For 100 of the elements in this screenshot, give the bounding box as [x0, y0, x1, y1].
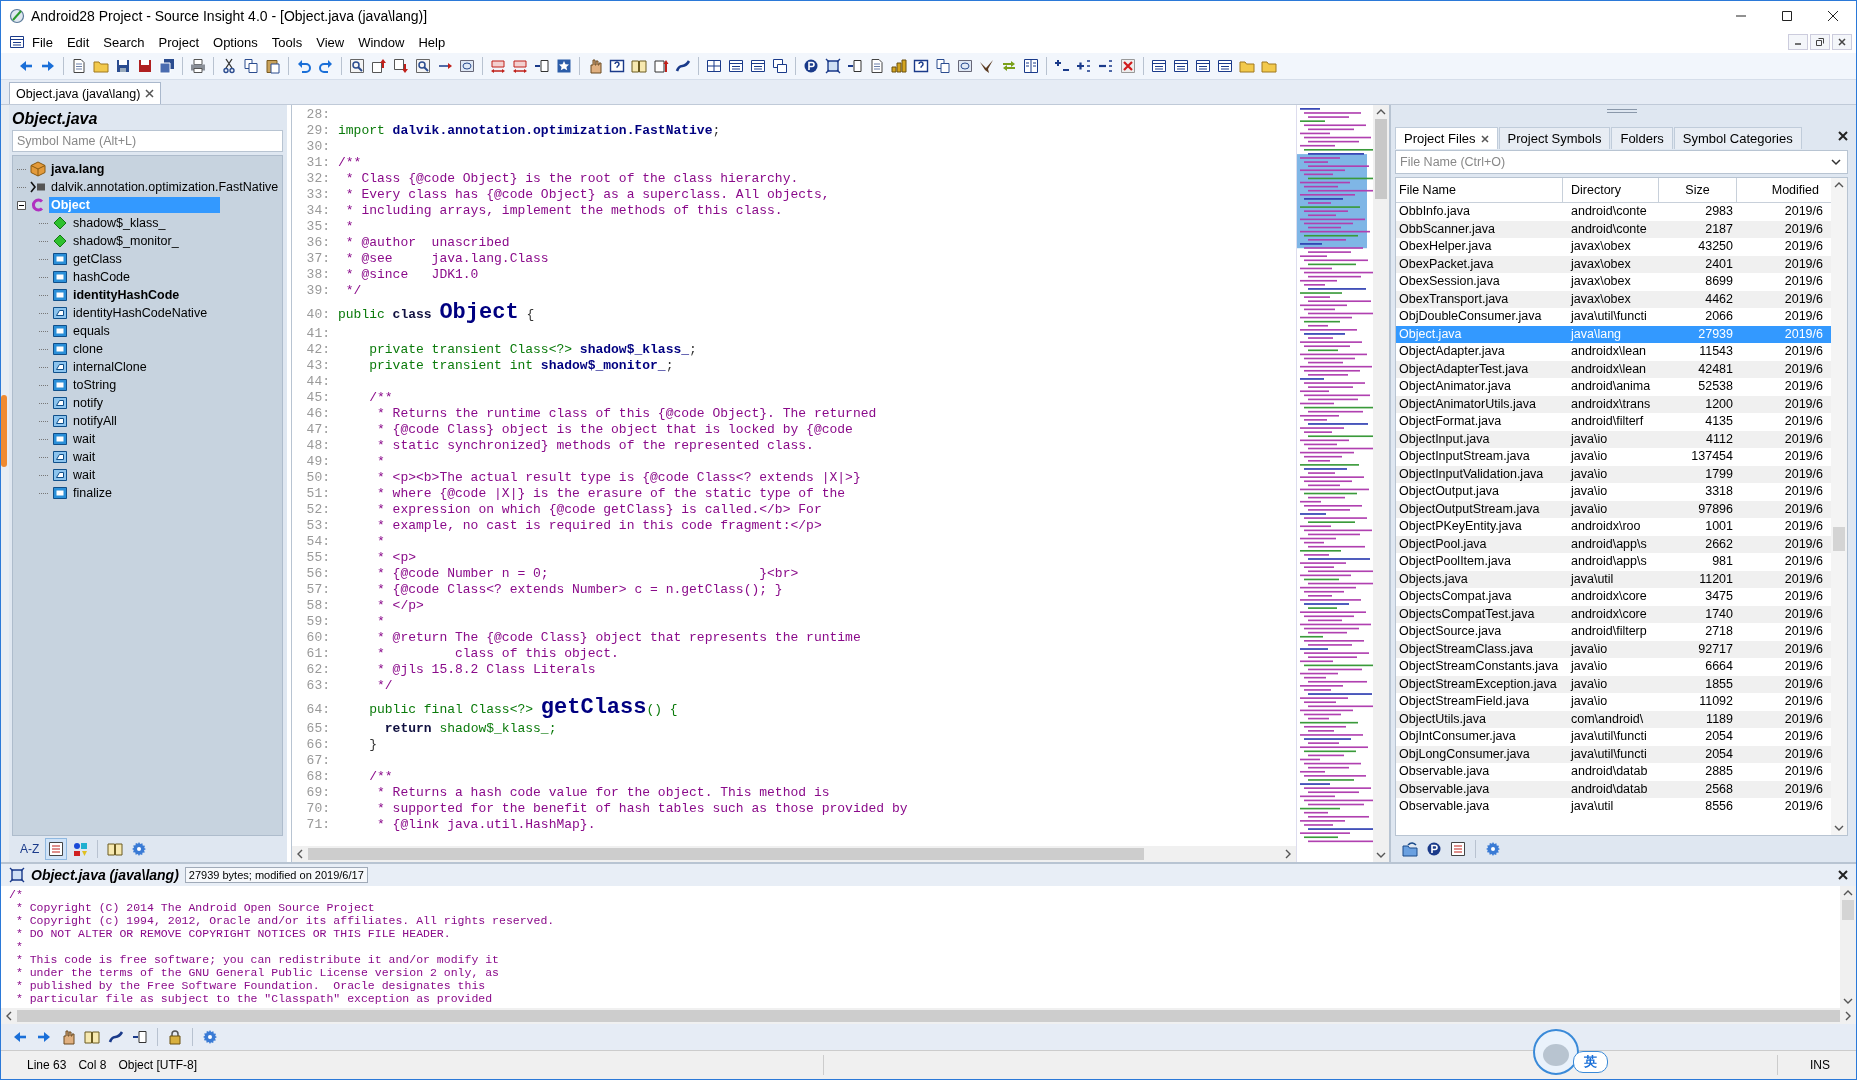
- double-arrow-icon[interactable]: [512, 58, 528, 74]
- tree-item[interactable]: wait: [71, 431, 98, 447]
- scissors-icon[interactable]: [221, 58, 237, 74]
- function-arrow-icon[interactable]: [653, 58, 669, 74]
- tree-item[interactable]: notify: [71, 395, 105, 411]
- tree-item[interactable]: equals: [71, 323, 112, 339]
- close-icon[interactable]: [1838, 131, 1848, 141]
- page-arrow-down-icon[interactable]: [393, 58, 409, 74]
- columns-icon[interactable]: [1023, 58, 1039, 74]
- caret-down-icon[interactable]: [1843, 997, 1853, 1005]
- tree-item[interactable]: finalize: [71, 485, 114, 501]
- caret-down-icon[interactable]: [1834, 824, 1844, 832]
- gear-icon[interactable]: [1485, 841, 1501, 857]
- star-icon[interactable]: [556, 58, 572, 74]
- double-arrow-icon[interactable]: [490, 58, 506, 74]
- caret-right-icon[interactable]: [1844, 1011, 1852, 1021]
- vertical-scrollbar[interactable]: [1840, 886, 1856, 1008]
- undo-arrow-icon[interactable]: [296, 58, 312, 74]
- document-icon[interactable]: [71, 58, 87, 74]
- close-icon[interactable]: [1480, 134, 1489, 143]
- two-arrows-icon[interactable]: [1001, 58, 1017, 74]
- arrow-left-icon[interactable]: [12, 1029, 28, 1045]
- panel-tab[interactable]: Folders: [1611, 127, 1673, 149]
- menu-item[interactable]: Edit: [59, 34, 97, 50]
- panel-icon[interactable]: [1195, 58, 1211, 74]
- help-box-icon[interactable]: [913, 58, 929, 74]
- minus-list-icon[interactable]: [1098, 58, 1114, 74]
- panel-icon[interactable]: [750, 58, 766, 74]
- close-icon[interactable]: [145, 89, 155, 98]
- tree-item[interactable]: getClass: [71, 251, 124, 267]
- grid-icon[interactable]: [706, 58, 722, 74]
- menu-item[interactable]: Window: [351, 34, 412, 50]
- menu-item[interactable]: Search: [96, 34, 152, 50]
- gear-icon[interactable]: [202, 1029, 218, 1045]
- collapse-toggle-icon[interactable]: [17, 200, 26, 210]
- panel-icon[interactable]: [1217, 58, 1233, 74]
- input-method-indicator[interactable]: 英: [1573, 1051, 1608, 1073]
- caret-down-icon[interactable]: [1376, 851, 1386, 859]
- restore-button[interactable]: [1810, 34, 1830, 50]
- magnifier-icon[interactable]: [349, 58, 365, 74]
- windows-icon[interactable]: [772, 58, 788, 74]
- padlock-icon[interactable]: [167, 1029, 183, 1045]
- clipboard-icon[interactable]: [265, 58, 281, 74]
- magnifier-icon[interactable]: [415, 58, 431, 74]
- caret-up-icon[interactable]: [1834, 181, 1844, 189]
- folder-arrow-icon[interactable]: [1402, 841, 1418, 857]
- tree-item[interactable]: dalvik.annotation.optimization.FastNative: [49, 179, 281, 195]
- close-button[interactable]: [1832, 34, 1852, 50]
- panel-tab[interactable]: Project Symbols: [1498, 127, 1611, 149]
- tree-item[interactable]: notifyAll: [71, 413, 119, 429]
- menu-item[interactable]: Project: [151, 34, 207, 50]
- plus-list-icon[interactable]: [1076, 58, 1092, 74]
- horizontal-scrollbar[interactable]: [1, 1008, 1856, 1024]
- avatar-icon[interactable]: [1533, 1029, 1579, 1075]
- scrollbar-thumb[interactable]: [17, 1010, 1840, 1022]
- caret-up-icon[interactable]: [1843, 889, 1853, 897]
- book-icon[interactable]: [107, 841, 124, 857]
- list-icon[interactable]: [48, 841, 65, 857]
- list-arrow-icon[interactable]: [847, 58, 863, 74]
- tree-item[interactable]: java.lang: [49, 161, 107, 177]
- arrow-right-icon[interactable]: [36, 1029, 52, 1045]
- list-icon[interactable]: [1450, 841, 1466, 857]
- scrollbar-thumb[interactable]: [1375, 119, 1387, 199]
- caret-left-icon[interactable]: [296, 849, 304, 859]
- tree-item[interactable]: clone: [71, 341, 105, 357]
- tree-item[interactable]: internalClone: [71, 359, 149, 375]
- symbol-search-field[interactable]: Symbol Name (Alt+L): [12, 130, 283, 152]
- tree-item[interactable]: identityHashCode: [71, 287, 182, 303]
- minimap-drawing[interactable]: [1296, 105, 1373, 862]
- redo-arrow-icon[interactable]: [318, 58, 334, 74]
- vertical-scrollbar[interactable]: [1831, 178, 1847, 835]
- curve-icon[interactable]: [108, 1029, 124, 1045]
- resize-grip[interactable]: [1606, 109, 1637, 113]
- scrollbar-thumb[interactable]: [1833, 527, 1845, 551]
- hand-icon[interactable]: [587, 58, 603, 74]
- frame-icon[interactable]: [825, 58, 841, 74]
- list-arrow-icon[interactable]: [132, 1029, 148, 1045]
- caret-left-icon[interactable]: [5, 1011, 13, 1021]
- floppy-disks-icon[interactable]: [159, 58, 175, 74]
- caret-right-icon[interactable]: [1284, 849, 1292, 859]
- help-box-icon[interactable]: [609, 58, 625, 74]
- bars-icon[interactable]: [891, 58, 907, 74]
- scrollbar-thumb[interactable]: [1842, 900, 1854, 920]
- globe-icon[interactable]: [459, 58, 475, 74]
- panel-tab[interactable]: Symbol Categories: [1673, 127, 1802, 149]
- printer-icon[interactable]: [190, 58, 206, 74]
- tree-item[interactable]: wait: [71, 467, 98, 483]
- panel-icon[interactable]: [1151, 58, 1167, 74]
- tree-item[interactable]: identityHashCodeNative: [71, 305, 210, 321]
- book-icon[interactable]: [631, 58, 647, 74]
- document-icon[interactable]: [869, 58, 885, 74]
- tree-item[interactable]: wait: [71, 449, 98, 465]
- plus-minus-icon[interactable]: [1054, 58, 1070, 74]
- list-arrow-icon[interactable]: [534, 58, 550, 74]
- dropdown-caret-icon[interactable]: [1831, 158, 1841, 166]
- gear-icon[interactable]: [131, 841, 148, 857]
- menu-item[interactable]: Tools: [264, 34, 310, 50]
- tree-item[interactable]: toString: [71, 377, 119, 393]
- hand-icon[interactable]: [60, 1029, 76, 1045]
- copy-icon[interactable]: [935, 58, 951, 74]
